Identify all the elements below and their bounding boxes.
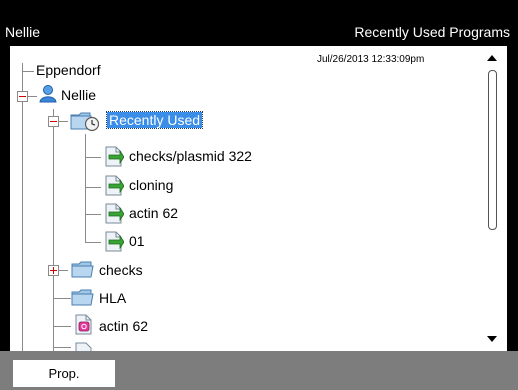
tree-line: [22, 71, 34, 72]
tree-line: [53, 109, 54, 351]
program-file-icon: [105, 231, 124, 252]
tree-line: [85, 214, 101, 215]
tree-root-eppendorf[interactable]: Eppendorf: [36, 62, 101, 78]
recent-folder-icon: [70, 112, 100, 132]
screen: Nellie Recently Used Programs Jul/26/201…: [0, 0, 518, 390]
user-icon: [39, 85, 57, 103]
program-file-icon: [105, 203, 124, 224]
tree-line: [53, 298, 71, 299]
timestamp: Jul/26/2013 12:33:09pm: [317, 54, 425, 65]
recent-item[interactable]: cloning: [129, 177, 173, 193]
scroll-up-icon[interactable]: [487, 55, 497, 61]
tree-line: [22, 63, 23, 351]
program-file-icon: [105, 146, 124, 167]
tree-line: [85, 134, 86, 242]
folder-icon: [71, 261, 94, 278]
expand-toggle[interactable]: [48, 265, 59, 276]
program-file-icon: [105, 175, 124, 196]
scroll-thumb[interactable]: [488, 70, 497, 230]
view-title: Recently Used Programs: [354, 24, 510, 40]
tree-line: [53, 326, 71, 327]
recent-item[interactable]: actin 62: [129, 205, 178, 221]
recent-item[interactable]: 01: [129, 233, 145, 249]
tree-line: [58, 270, 68, 271]
program-icon: [75, 342, 92, 351]
program-tree-panel: Jul/26/2013 12:33:09pm Eppendorf Nellie: [10, 46, 507, 351]
current-user-label: Nellie: [5, 24, 41, 40]
properties-button[interactable]: Prop.: [13, 360, 115, 387]
folder-icon: [71, 289, 94, 306]
tree-line: [85, 187, 101, 188]
vertical-scrollbar[interactable]: [480, 52, 504, 348]
collapse-toggle[interactable]: [17, 91, 28, 102]
tree-line: [27, 96, 37, 97]
tree-node-checks[interactable]: checks: [99, 262, 143, 278]
tree-node-actin-program[interactable]: actin 62: [99, 318, 148, 334]
tree-node-recently-used[interactable]: Recently Used: [105, 111, 204, 129]
collapse-toggle[interactable]: [48, 116, 59, 127]
bottom-toolbar: Prop.: [0, 351, 518, 390]
scroll-down-icon[interactable]: [487, 336, 497, 342]
tree-line: [85, 157, 101, 158]
program-icon: [75, 314, 92, 335]
title-bar: Nellie Recently Used Programs: [0, 18, 518, 45]
tree-line: [58, 121, 68, 122]
tree-line: [53, 347, 71, 348]
tree-node-hla[interactable]: HLA: [99, 290, 126, 306]
tree-line: [85, 242, 101, 243]
tree-node-user[interactable]: Nellie: [61, 87, 96, 103]
recent-item[interactable]: checks/plasmid 322: [129, 148, 252, 164]
